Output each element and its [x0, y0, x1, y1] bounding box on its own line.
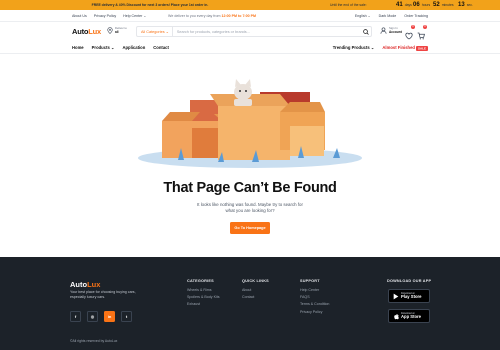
about-us-link[interactable]: About Us	[72, 14, 87, 18]
support-heading: SUPPORT	[300, 279, 320, 283]
dark-mode-toggle[interactable]: Dark Mode	[379, 14, 397, 18]
language-dropdown[interactable]: English ⌄	[355, 14, 371, 18]
go-homepage-button[interactable]: Go To Homepage	[230, 222, 270, 234]
twitter-icon[interactable]: t	[121, 311, 132, 322]
footer-link[interactable]: FAQS	[300, 295, 329, 299]
countdown-seconds: 13 sec.	[458, 2, 473, 8]
footer-link[interactable]: Wheels & Rims	[187, 288, 220, 292]
footer-download: DOWNLOAD OUR APP	[387, 279, 431, 288]
cart-button[interactable]: 0	[417, 25, 427, 40]
search-category-dropdown[interactable]: All Categories ⌄	[137, 27, 173, 36]
footer-link[interactable]: Help Center	[300, 288, 329, 292]
box-center	[218, 106, 290, 160]
apple-icon	[394, 313, 399, 319]
order-tracking-link[interactable]: Order Tracking	[404, 14, 428, 18]
footer-tagline: Your best place for choosing buying cars…	[70, 290, 136, 299]
privacy-policy-link[interactable]: Privacy Policy	[94, 14, 116, 18]
app-store-button[interactable]: Download on App Store	[388, 309, 430, 323]
nav-almost-finished[interactable]: Almost Finished SALE	[382, 45, 428, 51]
promo-bar: FREE delivery & 40% Discount for next 3 …	[0, 0, 500, 10]
error-description: It looks like nothing was found. Maybe t…	[197, 202, 303, 213]
footer-support: SUPPORT Help Center FAQS Terms & Conditi…	[300, 279, 329, 317]
wishlist-button[interactable]: 0	[405, 25, 415, 40]
countdown-days: 41 days	[396, 2, 412, 8]
footer-link[interactable]: About	[242, 288, 269, 292]
deliver-value: all	[115, 29, 119, 34]
user-icon	[380, 27, 387, 34]
cart-icon	[417, 32, 425, 40]
top-links-bar: About Us Privacy Policy Help Center ⌄ We…	[0, 10, 500, 22]
help-center-dropdown[interactable]: Help Center ⌄	[123, 14, 146, 18]
delivery-hours-notice: We deliver to you every day from 12:00 P…	[168, 14, 257, 18]
countdown-hours: 06 hours	[413, 2, 431, 8]
social-links: f ◎ in t	[70, 311, 132, 322]
error-title: That Page Can’t Be Found	[163, 180, 337, 196]
facebook-icon[interactable]: f	[70, 311, 81, 322]
nav-home[interactable]: Home	[72, 45, 84, 50]
footer-logo[interactable]: AutoLux	[70, 280, 100, 289]
instagram-icon[interactable]: ◎	[87, 311, 98, 322]
play-store-button[interactable]: Download on Play Store	[388, 289, 430, 303]
quick-links-heading: QUICK LINKS	[242, 279, 269, 283]
footer-link[interactable]: Terms & Condition	[300, 302, 329, 306]
empty-boxes-illustration	[138, 79, 362, 168]
search-icon[interactable]	[361, 28, 371, 35]
site-logo[interactable]: AutoLux	[72, 27, 101, 36]
footer-categories: CATEGORIES Wheels & Rims Spoilers & Body…	[187, 279, 220, 310]
location-pin-icon	[107, 27, 113, 34]
wishlist-count-badge: 0	[411, 25, 415, 29]
account-menu[interactable]: Sign In Account	[380, 26, 402, 34]
footer-link[interactable]: Exhaust	[187, 302, 220, 306]
sale-badge: SALE	[415, 45, 428, 51]
main-header: AutoLux Deliver to all All Categories ⌄ Se…	[0, 22, 500, 42]
nav-application[interactable]: Application	[122, 45, 145, 50]
linkedin-icon[interactable]: in	[104, 311, 115, 322]
heart-icon	[405, 32, 413, 40]
chevron-down-icon: ⌄	[165, 30, 169, 34]
countdown-minutes: 52 minutes	[433, 2, 454, 8]
sale-end-label: Until the end of the sale:	[330, 3, 367, 7]
footer-link[interactable]: Privacy Policy	[300, 310, 329, 314]
footer-link[interactable]: Contact	[242, 295, 269, 299]
search-input[interactable]: Search for products, categories or brand…	[173, 30, 361, 34]
footer-quick-links: QUICK LINKS About Contact	[242, 279, 269, 302]
nav-contact[interactable]: Contact	[153, 45, 169, 50]
account-label: Account	[389, 29, 402, 34]
play-store-icon	[393, 293, 399, 299]
cart-count-badge: 0	[423, 25, 427, 29]
promo-message: FREE delivery & 40% Discount for next 3 …	[91, 3, 209, 7]
site-footer: AutoLux Your best place for choosing buy…	[0, 257, 500, 350]
categories-heading: CATEGORIES	[187, 279, 214, 283]
footer-link[interactable]: Spoilers & Body Kits	[187, 295, 220, 299]
deliver-to-selector[interactable]: Deliver to all	[107, 26, 127, 34]
main-nav: Home Products ⌄ Application Contact Tren…	[0, 42, 500, 54]
copyright-text: ©All rights reserved by AutoLux	[70, 339, 118, 343]
nav-trending-products[interactable]: Trending Products ⌄	[333, 45, 375, 50]
search-bar: All Categories ⌄ Search for products, cat…	[136, 26, 372, 37]
download-heading: DOWNLOAD OUR APP	[387, 279, 432, 283]
nav-products[interactable]: Products ⌄	[92, 45, 115, 50]
